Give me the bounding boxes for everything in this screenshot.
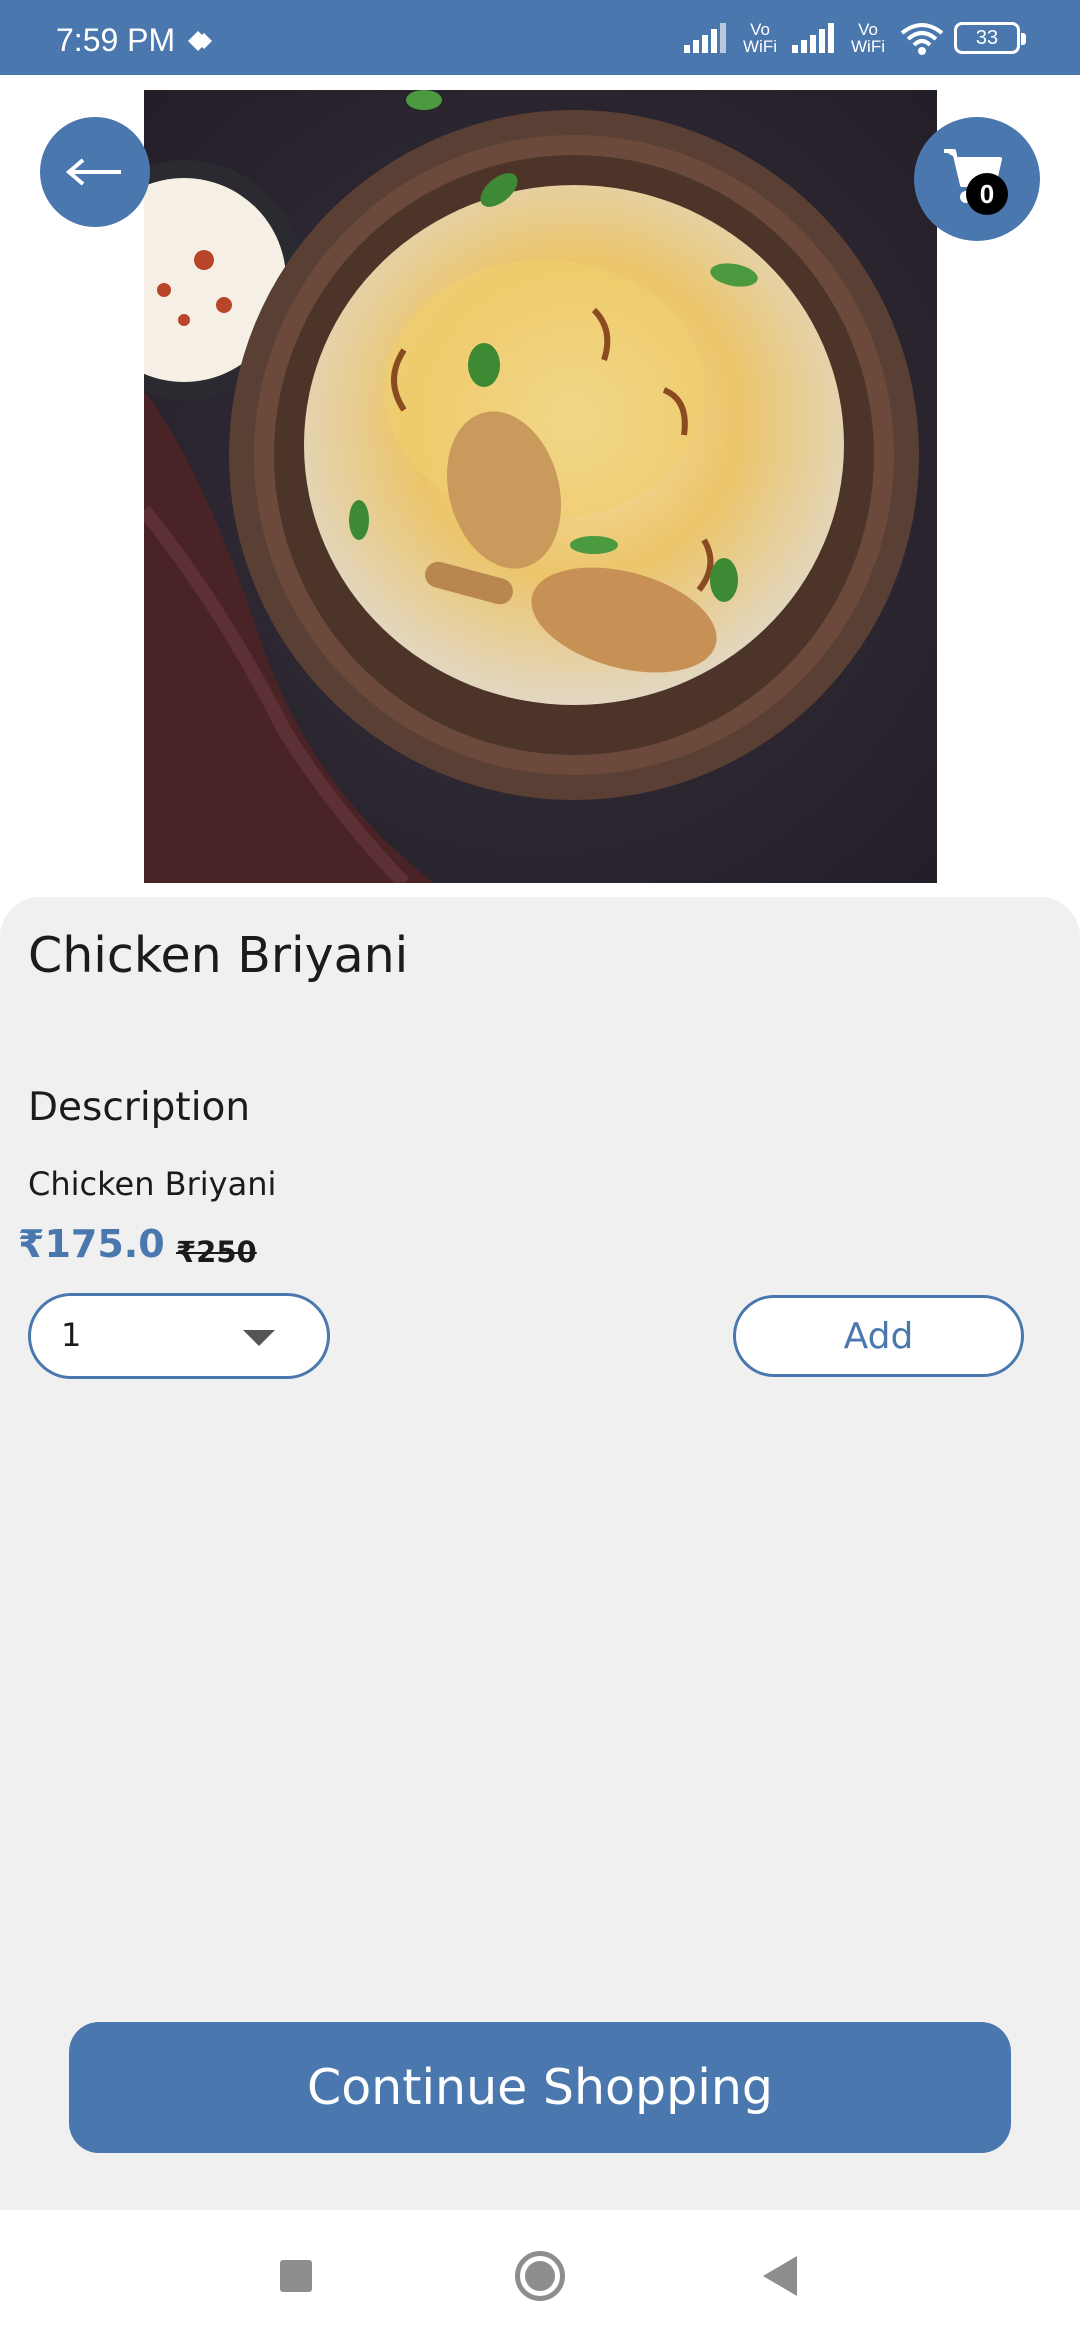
signal-icon bbox=[792, 23, 834, 53]
signal-icon bbox=[684, 23, 726, 53]
continue-shopping-button[interactable]: Continue Shopping bbox=[69, 2022, 1011, 2153]
chevron-down-icon bbox=[243, 1330, 275, 1346]
product-title: Chicken Briyani bbox=[28, 927, 409, 984]
cart-button[interactable]: 0 bbox=[914, 117, 1040, 241]
system-nav-bar bbox=[0, 2210, 1080, 2340]
battery-icon: 33 bbox=[954, 22, 1026, 54]
status-bar: 7:59 PM Vo WiFi Vo WiFi 33 bbox=[0, 0, 1080, 75]
recents-icon[interactable] bbox=[280, 2260, 312, 2292]
back-nav-icon[interactable] bbox=[763, 2256, 797, 2296]
quantity-dropdown[interactable]: 1 bbox=[28, 1293, 330, 1379]
original-price: ₹250 bbox=[176, 1235, 257, 1269]
cart-count-badge: 0 bbox=[966, 173, 1008, 215]
back-button[interactable] bbox=[40, 117, 150, 227]
product-image bbox=[144, 90, 937, 883]
wifi-icon bbox=[900, 23, 944, 55]
arrow-left-icon bbox=[65, 158, 121, 186]
status-icons: Vo WiFi Vo WiFi 33 bbox=[684, 16, 1026, 60]
description-text: Chicken Briyani bbox=[28, 1165, 277, 1203]
sync-icon bbox=[188, 31, 212, 51]
quantity-value: 1 bbox=[61, 1316, 82, 1354]
add-button[interactable]: Add bbox=[733, 1295, 1024, 1377]
description-heading: Description bbox=[28, 1085, 251, 1130]
home-icon[interactable] bbox=[515, 2251, 565, 2301]
biryani-photo bbox=[144, 90, 937, 883]
status-time: 7:59 PM bbox=[56, 22, 176, 58]
price: ₹175.0 bbox=[18, 1222, 165, 1266]
vowifi-label: Vo WiFi bbox=[851, 20, 885, 56]
product-details-sheet: Chicken Briyani Description Chicken Briy… bbox=[0, 897, 1080, 2210]
vowifi-label: Vo WiFi bbox=[743, 20, 777, 56]
